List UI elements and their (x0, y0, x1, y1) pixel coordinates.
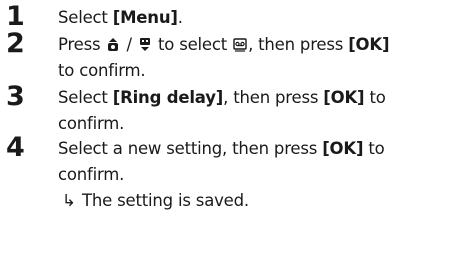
step-number: 3 (6, 81, 25, 112)
up-nav-key-icon (106, 37, 120, 52)
step-text-part: Select a new setting, then press (58, 139, 323, 158)
result-line: ↳ The setting is saved. (58, 191, 249, 210)
step-number: 2 (6, 28, 25, 59)
step-text: Select a new setting, then press [OK] to… (58, 136, 448, 214)
step-text-part: , then press (248, 35, 349, 54)
step-text-part: to select (152, 35, 233, 54)
step-text-part: Select (58, 88, 113, 107)
step-text-part: confirm. (58, 165, 125, 184)
step-text-part: confirm. (58, 114, 125, 133)
step-text: Select [Ring delay], then press [OK] to c… (58, 85, 448, 137)
step-text-part: to (363, 139, 385, 158)
ok-button-label: [OK] (322, 139, 364, 158)
down-nav-key-icon (138, 37, 152, 52)
step-text-part: to (364, 88, 386, 107)
ok-button-label: [OK] (323, 88, 365, 107)
step-text-part: to confirm. (58, 61, 146, 80)
step-text-part: Press (58, 35, 106, 54)
ring-delay-option-label: [Ring delay] (112, 88, 224, 107)
step-text-part: , then press (223, 88, 324, 107)
step-text-part: Select (58, 8, 113, 27)
step-text: Select [Menu]. (58, 5, 448, 31)
result-arrow-icon: ↳ (62, 191, 76, 210)
ok-button-label: [OK] (348, 35, 390, 54)
menu-button-label: [Menu] (112, 8, 178, 27)
phone-settings-icon (233, 37, 247, 52)
step-number: 4 (6, 132, 25, 163)
result-text: The setting is saved. (82, 191, 249, 210)
step-text-part: . (177, 8, 183, 27)
step-number: 1 (6, 1, 25, 32)
step-text: Press / to select , then press [OK] to co… (58, 32, 448, 84)
step-text-part: / (121, 35, 137, 54)
